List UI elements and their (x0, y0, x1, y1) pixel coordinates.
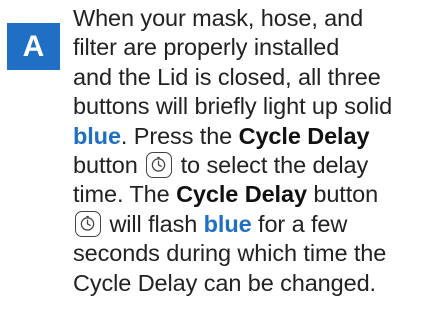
instruction-text: button (73, 152, 138, 179)
instruction-line: filter are properly installed (73, 33, 435, 62)
step-badge: A (7, 23, 60, 70)
instructions-text: When your mask, hose, and filter are pro… (73, 4, 435, 298)
timer-clock-icon-glyph (80, 215, 95, 231)
timer-clock-icon (75, 210, 101, 237)
keyword-blue: blue (203, 210, 252, 237)
instruction-text: and the Lid is closed, all three (73, 63, 381, 90)
instruction-text: button (306, 181, 379, 208)
instruction-line: and the Lid is closed, all three (73, 63, 435, 92)
instruction-line: buttons will briefly light up solid (73, 92, 435, 121)
instruction-text: will flash (109, 210, 204, 237)
instruction-text: Cycle Delay can be changed. (73, 269, 376, 296)
timer-clock-icon (146, 152, 173, 179)
keyword-cycle-delay: Cycle Delay (176, 181, 307, 208)
instruction-text: seconds during which time the (73, 240, 387, 267)
keyword-blue: blue (73, 122, 121, 149)
instruction-text: . Press the (120, 122, 239, 149)
instruction-text: buttons will briefly light up solid (73, 93, 393, 120)
step-letter: A (22, 30, 45, 63)
instruction-line: blue. Press the Cycle Delay (73, 122, 435, 151)
instruction-text: for a few (251, 210, 348, 237)
instruction-line: When your mask, hose, and (73, 4, 435, 33)
instruction-line: button to select the delay (73, 151, 435, 180)
instruction-line: Cycle Delay can be changed. (73, 269, 435, 298)
instruction-line: will flash blue for a few (73, 210, 435, 239)
instruction-text: to select the delay (180, 152, 369, 179)
instruction-text: filter are properly installed (73, 34, 340, 61)
instruction-line: time. The Cycle Delay button (73, 180, 435, 209)
instruction-text: time. The (73, 181, 177, 208)
timer-clock-icon-glyph (151, 156, 166, 172)
instruction-line: seconds during which time the (73, 239, 435, 268)
keyword-cycle-delay: Cycle Delay (238, 122, 370, 149)
instruction-text: When your mask, hose, and (73, 5, 364, 31)
